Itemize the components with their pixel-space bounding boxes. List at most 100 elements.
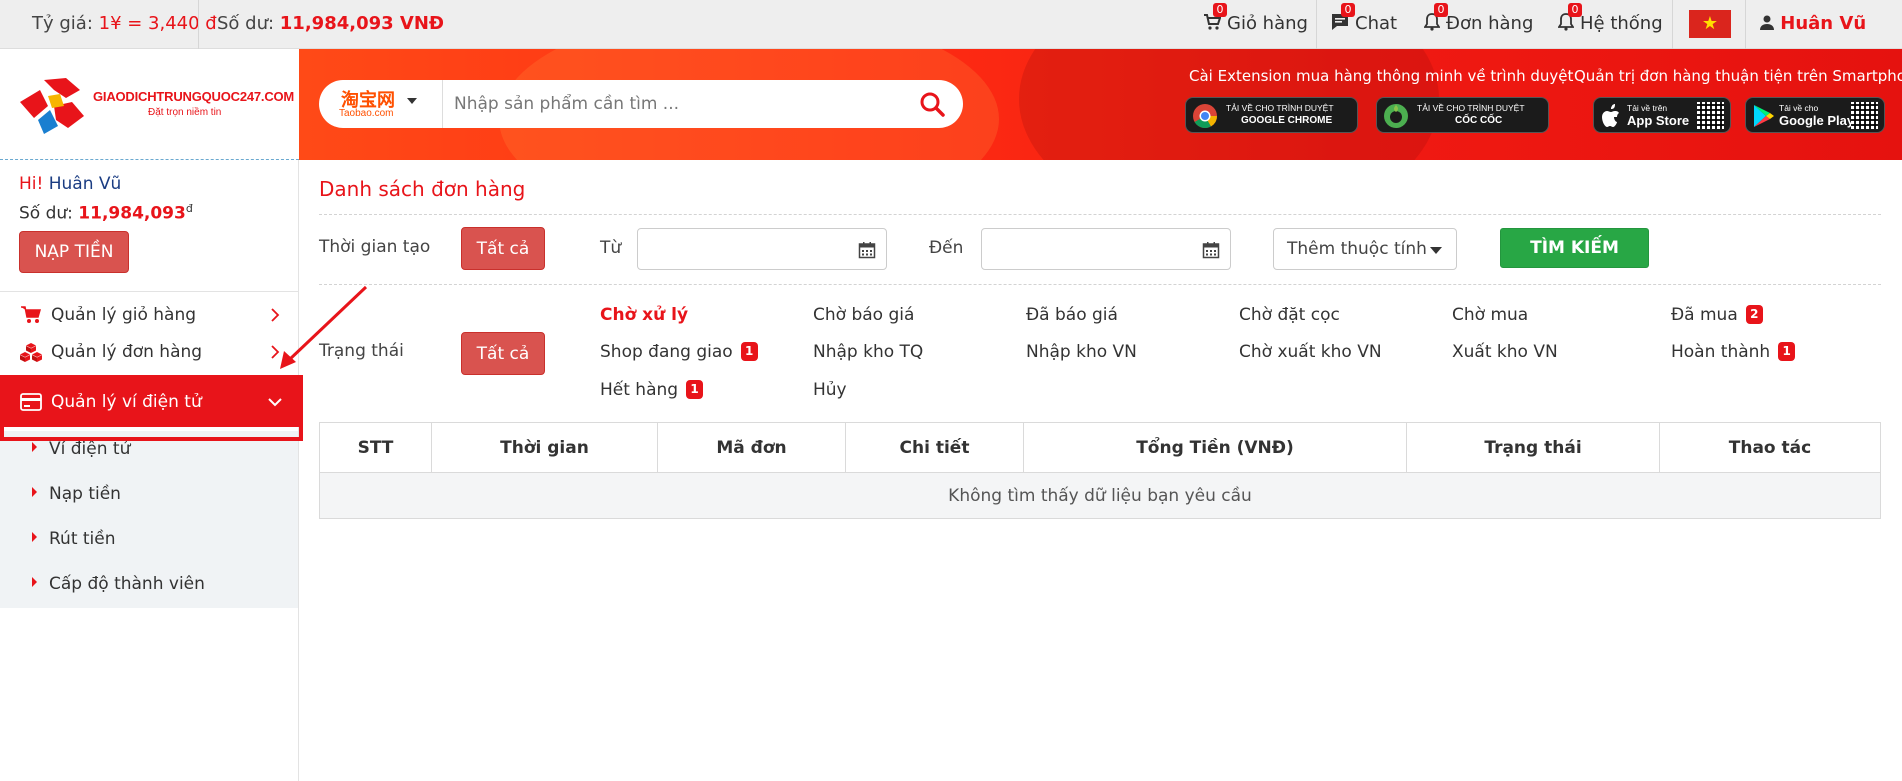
to-date-input[interactable]	[981, 228, 1231, 270]
vietnam-flag-icon[interactable]: ★	[1689, 10, 1731, 38]
chrome-icon	[1193, 104, 1217, 129]
divider	[319, 214, 1881, 215]
source-selector[interactable]: 淘宝网 Taobao.com	[339, 86, 421, 122]
bell-icon: 0	[1557, 3, 1582, 36]
divider	[1672, 0, 1673, 49]
search-button[interactable]: TÌM KIẾM	[1500, 228, 1649, 268]
divider	[442, 80, 443, 128]
status-vn-warehouse[interactable]: Nhập kho VN	[1026, 342, 1137, 362]
created-all-button[interactable]: Tất cả	[461, 227, 545, 270]
status-item-label: Nhập kho VN	[1026, 342, 1137, 362]
status-shop-shipping[interactable]: Shop đang giao 1	[600, 342, 758, 362]
status-awaiting-purchase[interactable]: Chờ mua	[1452, 305, 1528, 325]
column-header-order-code: Mã đơn	[657, 422, 846, 473]
column-header-detail: Chi tiết	[845, 422, 1024, 473]
qr-code-icon	[1697, 102, 1724, 129]
status-count-badge: 1	[740, 342, 758, 361]
chrome-line2: GOOGLE CHROME	[1241, 115, 1333, 126]
nav-chat-label: Chat	[1355, 13, 1398, 34]
sidebar-user-name: Huân Vũ	[48, 174, 122, 194]
status-completed[interactable]: Hoàn thành 1	[1671, 342, 1796, 362]
sidebar-item-orders[interactable]: Quản lý đơn hàng	[0, 333, 299, 371]
app-store-button[interactable]: Tải về trên App Store	[1593, 97, 1731, 133]
google-play-button[interactable]: Tải về cho Google Play	[1745, 97, 1885, 133]
sidebar: Hi! Huân Vũ Số dư: 11,984,093đ NẠP TIỀN …	[0, 160, 299, 781]
chevron-right-icon	[271, 308, 280, 322]
cart-icon: 0	[1203, 3, 1227, 36]
page-title: Danh sách đơn hàng	[319, 177, 526, 201]
status-cn-warehouse[interactable]: Nhập kho TQ	[813, 342, 923, 362]
chevron-right-icon	[271, 345, 280, 359]
status-item-label: Chờ xuất kho VN	[1239, 342, 1382, 362]
nav-system-label: Hệ thống	[1580, 13, 1663, 34]
taobao-domain: Taobao.com	[339, 108, 394, 119]
status-awaiting-deposit[interactable]: Chờ đặt cọc	[1239, 305, 1340, 325]
sidebar-item-label: Quản lý giỏ hàng	[51, 305, 197, 325]
highlight-box	[0, 375, 303, 441]
search-input[interactable]	[454, 89, 894, 119]
coccoc-line2: CỐC CỐC	[1455, 115, 1503, 126]
logo-text: GIAODICHTRUNGQUOC247.COM	[93, 89, 295, 104]
orders-badge: 0	[1434, 3, 1448, 17]
divider	[1316, 0, 1317, 49]
from-date-input[interactable]	[637, 228, 887, 270]
caret-right-icon	[32, 487, 37, 497]
submenu-item-deposit[interactable]: Nạp tiền	[32, 484, 121, 504]
bell-icon: 0	[1423, 3, 1448, 36]
column-header-total: Tổng Tiền (VNĐ)	[1023, 422, 1407, 473]
status-purchased[interactable]: Đã mua 2	[1671, 305, 1763, 325]
coccoc-line1: TẢI VỀ CHO TRÌNH DUYỆT	[1417, 103, 1525, 113]
orders-table: STT Thời gian Mã đơn Chi tiết Tổng Tiền …	[319, 422, 1881, 519]
topup-button[interactable]: NẠP TIỀN	[19, 231, 129, 273]
logo[interactable]: GIAODICHTRUNGQUOC247.COM Đặt trọn niềm t…	[0, 49, 299, 160]
from-label: Từ	[600, 238, 622, 258]
status-awaiting-vn-export[interactable]: Chờ xuất kho VN	[1239, 342, 1382, 362]
submenu-item-member-level[interactable]: Cấp độ thành viên	[32, 574, 205, 594]
divider	[0, 291, 299, 292]
nav-cart[interactable]: 0 Giỏ hàng	[1203, 3, 1308, 36]
status-awaiting-quote[interactable]: Chờ báo giá	[813, 305, 914, 325]
nav-orders[interactable]: 0 Đơn hàng	[1423, 3, 1533, 36]
table-header-row: STT Thời gian Mã đơn Chi tiết Tổng Tiền …	[319, 422, 1881, 473]
submenu-item-wallet[interactable]: Ví điện tử	[32, 439, 130, 459]
nav-cart-label: Giỏ hàng	[1227, 13, 1308, 34]
caret-down-icon	[407, 98, 417, 104]
status-count-badge: 1	[686, 380, 704, 399]
status-vn-exported[interactable]: Xuất kho VN	[1452, 342, 1558, 362]
cart-icon	[21, 306, 41, 323]
status-out-of-stock[interactable]: Hết hàng 1	[600, 380, 704, 400]
sidebar-item-cart[interactable]: Quản lý giỏ hàng	[0, 296, 299, 334]
search-icon[interactable]	[919, 91, 945, 117]
exchange-rate-label: Tỷ giá:	[32, 13, 99, 34]
gplay-line1: Tải về cho	[1779, 103, 1819, 113]
status-item-label: Chờ xử lý	[600, 305, 689, 325]
more-attributes-select[interactable]: Thêm thuộc tính	[1273, 228, 1457, 270]
exchange-rate-value: 1¥ = 3,440 đ	[98, 13, 217, 34]
submenu-item-withdraw[interactable]: Rút tiền	[32, 529, 116, 549]
appstore-line2: App Store	[1627, 113, 1690, 128]
logo-mark-icon	[20, 78, 84, 134]
cart-badge: 0	[1213, 3, 1227, 17]
system-badge: 0	[1568, 3, 1582, 17]
column-header-index: STT	[319, 422, 432, 473]
top-user-menu[interactable]: Huân Vũ	[1760, 13, 1866, 34]
header-banner: 淘宝网 Taobao.com Cài Extension mua hàng th…	[299, 49, 1902, 160]
created-time-label: Thời gian tạo	[319, 237, 431, 257]
status-all-button[interactable]: Tất cả	[461, 332, 545, 375]
search-bar: 淘宝网 Taobao.com	[319, 80, 963, 128]
coccoc-extension-button[interactable]: TẢI VỀ CHO TRÌNH DUYỆT CỐC CỐC	[1376, 97, 1549, 133]
coccoc-icon	[1384, 104, 1408, 128]
greeting-label: Hi!	[19, 174, 49, 194]
status-cancelled[interactable]: Hủy	[813, 380, 847, 400]
exchange-rate: Tỷ giá: 1¥ = 3,440 đ	[32, 13, 217, 34]
column-header-time: Thời gian	[431, 422, 658, 473]
status-item-label: Chờ mua	[1452, 305, 1529, 325]
appstore-line1: Tải về trên	[1627, 103, 1668, 113]
status-quoted[interactable]: Đã báo giá	[1026, 305, 1118, 325]
submenu-label: Rút tiền	[49, 529, 116, 549]
chrome-extension-button[interactable]: TẢI VỀ CHO TRÌNH DUYỆT GOOGLE CHROME	[1185, 97, 1358, 133]
chat-badge: 0	[1341, 3, 1355, 17]
nav-chat[interactable]: 0 Chat	[1331, 3, 1398, 36]
status-pending[interactable]: Chờ xử lý	[600, 305, 688, 325]
nav-system[interactable]: 0 Hệ thống	[1557, 3, 1663, 36]
